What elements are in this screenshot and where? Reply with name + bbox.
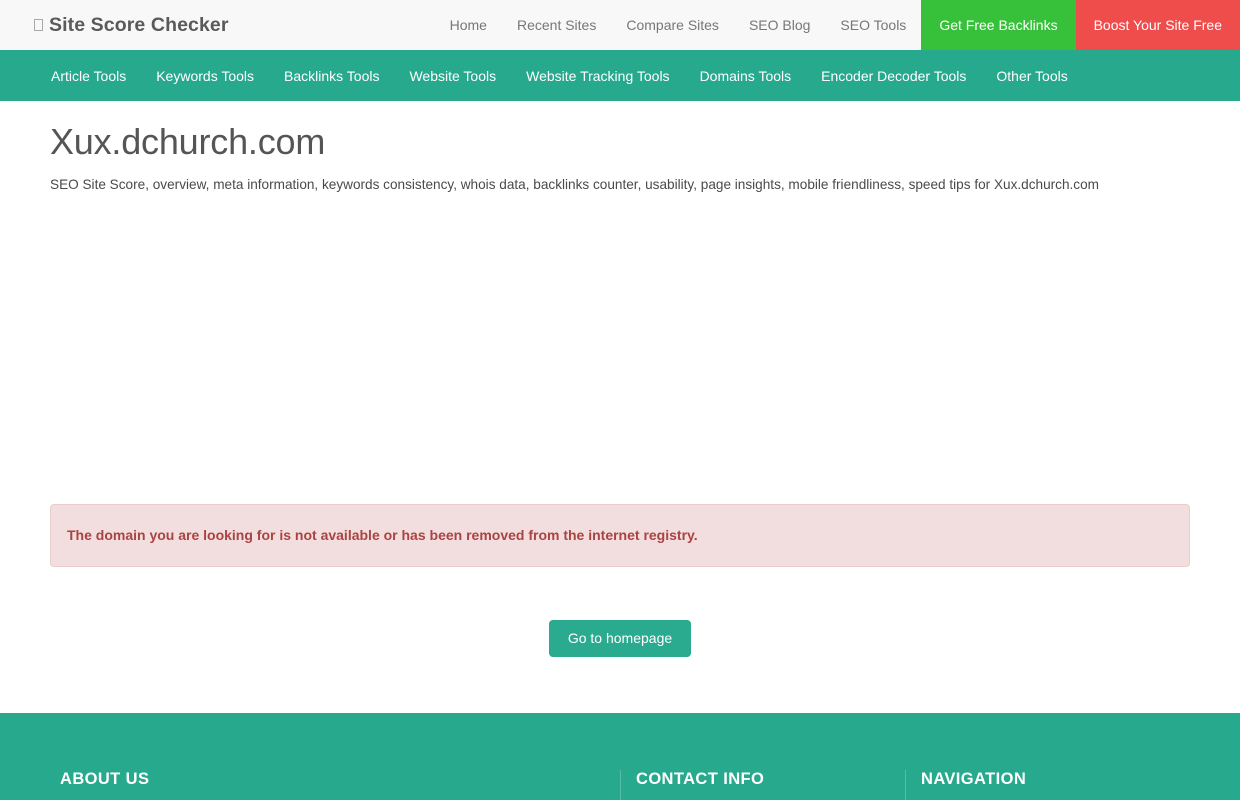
brand-logo-link[interactable]: Site Score Checker xyxy=(0,0,229,50)
nav-item-get-free-backlinks[interactable]: Get Free Backlinks xyxy=(921,0,1076,50)
nav-item-seo-tools[interactable]: SEO Tools xyxy=(825,0,921,50)
top-navbar: Site Score Checker Home Recent Sites Com… xyxy=(0,0,1240,50)
subnav-item-other-tools[interactable]: Other Tools xyxy=(981,69,1082,83)
homepage-button-row: Go to homepage xyxy=(50,567,1190,658)
footer-column-about-us: ABOUT US xyxy=(50,770,620,800)
subnav-item-domains-tools[interactable]: Domains Tools xyxy=(685,69,807,83)
footer-column-navigation: NAVIGATION xyxy=(905,770,1190,800)
subnav-item-website-tools[interactable]: Website Tools xyxy=(394,69,511,83)
nav-item-boost-your-site-free[interactable]: Boost Your Site Free xyxy=(1075,0,1240,50)
brand-title: Site Score Checker xyxy=(49,13,229,36)
go-to-homepage-button[interactable]: Go to homepage xyxy=(548,620,692,658)
advertisement-slot xyxy=(50,194,1190,504)
footer-heading-contact-info: CONTACT INFO xyxy=(636,770,765,788)
main-content: Xux.dchurch.com SEO Site Score, overview… xyxy=(50,101,1190,658)
nav-item-compare-sites[interactable]: Compare Sites xyxy=(611,0,734,50)
subnav-item-encoder-decoder-tools[interactable]: Encoder Decoder Tools xyxy=(806,69,981,83)
site-footer: ABOUT US CONTACT INFO NAVIGATION xyxy=(0,713,1240,800)
subnav-item-keywords-tools[interactable]: Keywords Tools xyxy=(141,69,269,83)
nav-item-home[interactable]: Home xyxy=(435,0,502,50)
nav-item-recent-sites[interactable]: Recent Sites xyxy=(502,0,611,50)
subnav-item-website-tracking-tools[interactable]: Website Tracking Tools xyxy=(511,69,684,83)
secondary-navbar: Article Tools Keywords Tools Backlinks T… xyxy=(0,50,1240,101)
footer-column-contact-info: CONTACT INFO xyxy=(620,770,905,800)
footer-heading-navigation: NAVIGATION xyxy=(921,770,1027,788)
subnav-item-backlinks-tools[interactable]: Backlinks Tools xyxy=(269,69,394,83)
footer-heading-about-us: ABOUT US xyxy=(60,770,150,788)
footer-columns: ABOUT US CONTACT INFO NAVIGATION xyxy=(50,713,1190,800)
page-subtitle: SEO Site Score, overview, meta informati… xyxy=(50,176,1099,192)
alert-message: The domain you are looking for is not av… xyxy=(67,526,698,543)
missing-glyph-icon xyxy=(34,19,43,31)
domain-unavailable-alert: The domain you are looking for is not av… xyxy=(50,503,1190,568)
page-title: Xux.dchurch.com xyxy=(50,121,326,162)
primary-nav: Home Recent Sites Compare Sites SEO Blog… xyxy=(435,0,1240,50)
nav-item-seo-blog[interactable]: SEO Blog xyxy=(734,0,825,50)
subnav-item-article-tools[interactable]: Article Tools xyxy=(36,69,141,83)
